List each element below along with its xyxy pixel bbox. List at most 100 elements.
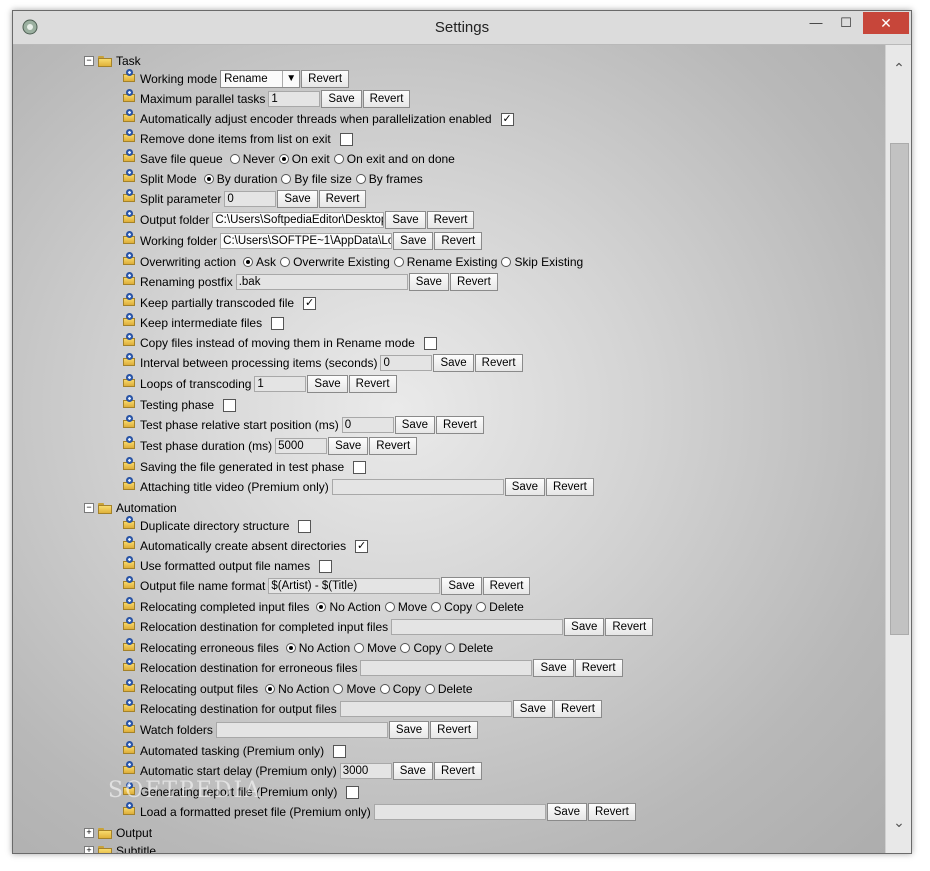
save-button[interactable]: Save [564,618,605,636]
auto-tasking-checkbox[interactable] [333,744,347,758]
gen-report-checkbox[interactable] [346,785,360,799]
radio-overwrite-existing[interactable] [280,257,291,267]
radio-rename-existing[interactable] [393,257,404,267]
radio-on-exit[interactable] [278,154,289,164]
save-button[interactable]: Save [546,803,587,821]
save-button[interactable]: Save [433,354,474,372]
save-button[interactable]: Save [328,437,369,455]
radio-copy[interactable] [379,684,390,694]
save-button[interactable]: Save [392,762,433,780]
formatted-names-checkbox[interactable] [319,559,333,573]
watch-folders-input[interactable] [215,722,388,738]
copy-files-checkbox[interactable] [423,336,437,350]
auto-delay-input[interactable]: 3000 [339,763,392,779]
tree-node-task[interactable]: − Task [84,51,141,71]
radio-no-action[interactable] [285,643,296,653]
tree-node-subtitle[interactable]: + Subtitle [84,841,156,853]
working-mode-select[interactable]: Rename ▼ [220,70,301,88]
radio-copy[interactable] [431,602,442,612]
reloc-dest-err-input[interactable] [360,660,533,676]
loops-input[interactable]: 1 [254,376,307,392]
save-button[interactable]: Save [504,478,545,496]
revert-button[interactable]: Revert [369,437,418,455]
testing-phase-checkbox[interactable] [223,398,237,412]
save-button[interactable]: Save [388,721,430,739]
revert-button[interactable]: Revert [574,659,623,677]
revert-button[interactable]: Revert [348,375,397,393]
load-preset-input[interactable] [373,804,546,820]
radio-move[interactable] [333,684,344,694]
radio-delete[interactable] [424,684,435,694]
radio-by-duration[interactable] [203,174,214,184]
revert-button[interactable]: Revert [362,90,411,108]
radio-by-frames[interactable] [355,174,366,184]
save-button[interactable]: Save [307,375,348,393]
radio-move[interactable] [384,602,395,612]
save-button[interactable]: Save [394,416,435,434]
revert-button[interactable]: Revert [426,211,475,229]
scrollbar-thumb[interactable] [890,143,909,635]
radio-copy[interactable] [400,643,411,653]
remove-done-checkbox[interactable] [339,132,353,146]
reloc-dest-completed-input[interactable] [391,619,564,635]
revert-button[interactable]: Revert [482,577,531,595]
revert-button[interactable]: Revert [433,762,482,780]
tree-node-automation[interactable]: − Automation [84,498,177,518]
radio-ask[interactable] [243,257,254,267]
keep-partial-checkbox[interactable]: ✓ [303,296,317,310]
keep-intermediate-checkbox[interactable] [271,316,285,330]
revert-button[interactable]: Revert [430,721,479,739]
save-button[interactable]: Save [385,211,426,229]
revert-button[interactable]: Revert [449,273,498,291]
revert-button[interactable]: Revert [434,232,483,250]
revert-button[interactable]: Revert [605,618,654,636]
save-button[interactable]: Save [441,577,482,595]
revert-button[interactable]: Revert [301,70,350,88]
save-button[interactable]: Save [321,90,362,108]
radio-delete[interactable] [476,602,487,612]
radio-never[interactable] [229,154,240,164]
vertical-scrollbar[interactable]: ⌃ ⌄ [885,45,911,853]
save-button[interactable]: Save [393,232,434,250]
minimize-button[interactable]: — [801,12,831,34]
scroll-down-icon[interactable]: ⌄ [886,811,911,833]
save-button[interactable]: Save [277,190,318,208]
test-start-input[interactable]: 0 [341,417,394,433]
auto-adjust-checkbox[interactable]: ✓ [500,112,514,126]
revert-button[interactable]: Revert [474,354,523,372]
max-parallel-input[interactable]: 1 [268,91,321,107]
radio-on-exit-and-done[interactable] [333,154,344,164]
save-button[interactable]: Save [408,273,449,291]
revert-button[interactable]: Revert [545,478,594,496]
revert-button[interactable]: Revert [587,803,636,821]
save-button[interactable]: Save [533,659,574,677]
dup-dir-checkbox[interactable] [298,519,312,533]
radio-delete[interactable] [445,643,456,653]
split-param-input[interactable]: 0 [224,191,277,207]
working-folder-input[interactable]: C:\Users\SOFTPE~1\AppData\Local [220,233,393,249]
collapse-icon[interactable]: − [84,56,94,66]
collapse-icon[interactable]: − [84,503,94,513]
output-folder-input[interactable]: C:\Users\SoftpediaEditor\Desktop\ [212,212,385,228]
revert-button[interactable]: Revert [435,416,484,434]
radio-skip-existing[interactable] [501,257,512,267]
expand-icon[interactable]: + [84,846,94,853]
name-format-input[interactable]: $(Artist) - $(Title) [268,578,441,594]
tree-node-output[interactable]: + Output [84,823,152,843]
radio-by-file-size[interactable] [281,174,292,184]
save-button[interactable]: Save [512,700,554,718]
revert-button[interactable]: Revert [554,700,602,718]
maximize-button[interactable]: ☐ [831,12,861,34]
expand-icon[interactable]: + [84,828,94,838]
title-bar[interactable]: Settings — ☐ ✕ [13,11,911,45]
radio-move[interactable] [354,643,365,653]
renaming-postfix-input[interactable]: .bak [235,274,408,290]
close-button[interactable]: ✕ [863,12,909,34]
scroll-up-icon[interactable]: ⌃ [886,57,911,79]
radio-no-action[interactable] [265,684,276,694]
test-duration-input[interactable]: 5000 [275,438,328,454]
revert-button[interactable]: Revert [318,190,367,208]
saving-test-checkbox[interactable] [353,460,367,474]
reloc-dest-out-input[interactable] [339,701,512,717]
title-video-input[interactable] [331,479,504,495]
